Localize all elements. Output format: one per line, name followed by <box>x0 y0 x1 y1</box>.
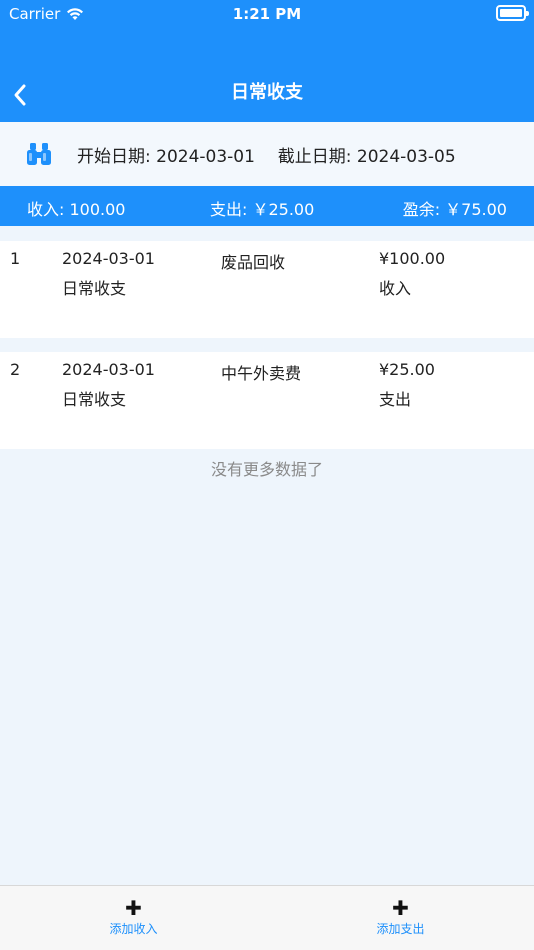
start-date-label: 开始日期: <box>77 146 151 167</box>
start-date-value[interactable]: 2024-03-01 <box>156 147 255 167</box>
record-type: 收入 <box>379 279 412 298</box>
record-amount: ¥100.00 <box>379 249 446 268</box>
add-income-label: 添加收入 <box>109 922 158 936</box>
record-date: 2024-03-01 <box>62 249 155 268</box>
record-category: 日常收支 <box>62 390 127 409</box>
binoculars-icon <box>27 143 51 165</box>
record-category: 日常收支 <box>62 279 127 298</box>
record-date: 2024-03-01 <box>62 360 155 379</box>
battery-icon <box>496 5 529 21</box>
record-amount: ¥25.00 <box>379 360 435 379</box>
record-index: 2 <box>10 360 21 379</box>
plus-icon: ✚ <box>392 896 409 920</box>
plus-icon: ✚ <box>125 896 142 920</box>
end-date-label: 截止日期: <box>277 146 352 167</box>
date-range-text: 开始日期: 2024-03-01 截止日期: 2024-03-05 <box>77 142 456 167</box>
summary-bar: 收入: 100.00 支出: ￥25.00 盈余: ￥75.00 <box>0 186 534 226</box>
record-name: 废品回收 <box>221 253 286 272</box>
page-title: 日常收支 <box>231 82 303 103</box>
record-type: 支出 <box>379 390 412 409</box>
record-index: 1 <box>10 249 21 268</box>
date-range-bar[interactable]: 开始日期: 2024-03-01 截止日期: 2024-03-05 <box>0 122 534 186</box>
add-expense-button[interactable]: ✚ 添加支出 <box>267 886 534 950</box>
record-name: 中午外卖费 <box>221 364 302 383</box>
bottom-tab-bar: ✚ 添加收入 ✚ 添加支出 <box>0 885 534 950</box>
add-income-button[interactable]: ✚ 添加收入 <box>0 886 267 950</box>
add-expense-label: 添加支出 <box>376 922 425 936</box>
status-time: 1:21 PM <box>232 5 302 23</box>
income-total: 收入: 100.00 <box>27 200 126 219</box>
expense-total: 支出: ￥25.00 <box>210 200 315 219</box>
end-date-value[interactable]: 2024-03-05 <box>357 147 456 167</box>
record-row[interactable]: 1 2024-03-01 日常收支 废品回收 ¥100.00 收入 <box>0 241 534 338</box>
no-more-data-text: 没有更多数据了 <box>210 460 323 479</box>
record-row[interactable]: 2 2024-03-01 日常收支 中午外卖费 ¥25.00 支出 <box>0 352 534 449</box>
top-bar: Carrier 1:21 PM 日常收支 <box>0 0 534 122</box>
balance-total: 盈余: ￥75.00 <box>402 200 507 219</box>
